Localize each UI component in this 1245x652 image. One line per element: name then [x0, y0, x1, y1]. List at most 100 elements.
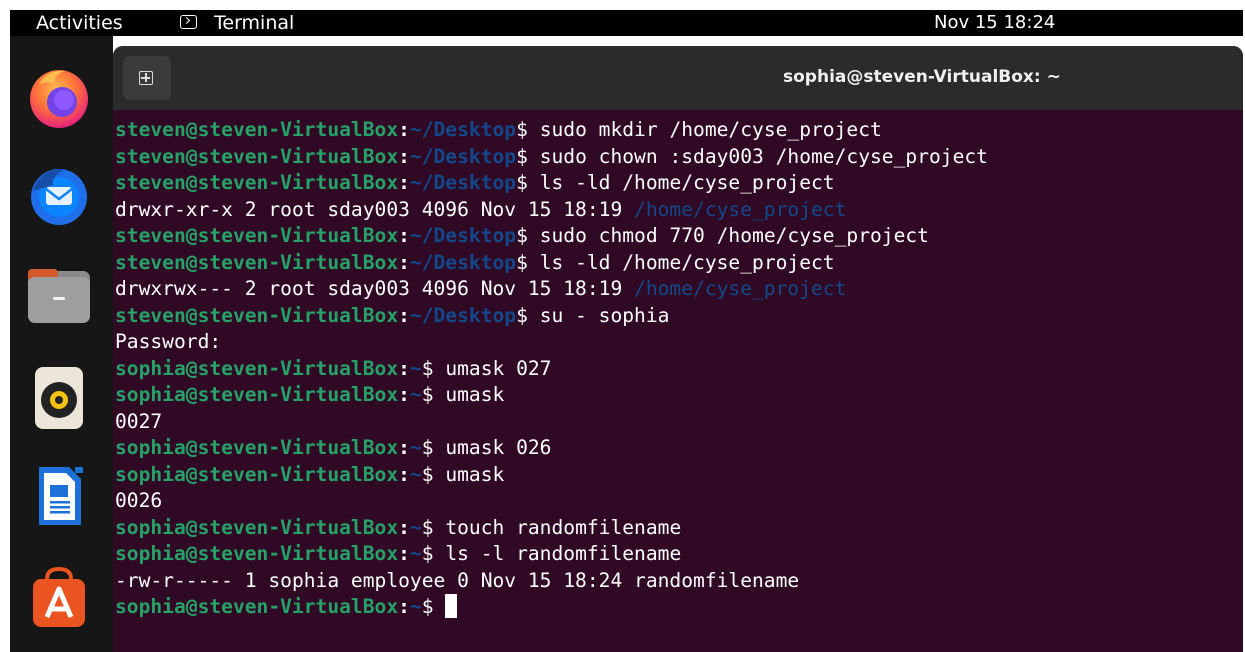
command-text: ls -ld /home/cyse_project	[539, 250, 835, 274]
dock	[10, 36, 113, 652]
command-text: umask	[445, 383, 505, 406]
prompt-separator: :	[398, 356, 410, 380]
prompt-user: sophia@steven-VirtualBox	[115, 595, 399, 618]
prompt-symbol: $	[516, 303, 540, 327]
prompt-separator: :	[398, 303, 410, 327]
prompt-path: ~	[409, 462, 422, 486]
prompt-path: ~	[409, 515, 422, 539]
prompt-symbol: $	[421, 542, 446, 565]
files-icon[interactable]	[25, 261, 93, 329]
output-line: 0026	[115, 488, 988, 515]
prompt-line: sophia@steven-VirtualBox:~$ umask 027	[115, 356, 988, 383]
prompt-path: ~/Desktop	[409, 118, 517, 141]
window-title: sophia@steven-VirtualBox: ~	[783, 67, 1061, 87]
prompt-user: steven@steven-VirtualBox	[115, 118, 399, 141]
prompt-separator: :	[398, 144, 410, 168]
prompt-symbol: $	[421, 383, 446, 406]
prompt-user: sophia@steven-VirtualBox	[115, 436, 399, 459]
prompt-path: ~/Desktop	[409, 224, 517, 247]
prompt-path: ~/Desktop	[409, 250, 517, 274]
prompt-symbol: $	[421, 595, 446, 618]
prompt-symbol: $	[516, 250, 540, 274]
command-text: ls -ld /home/cyse_project	[539, 171, 835, 194]
command-text: umask 027	[445, 356, 552, 380]
thunderbird-icon[interactable]	[25, 161, 93, 229]
prompt-line: sophia@steven-VirtualBox:~$ touch random…	[115, 515, 988, 542]
prompt-symbol: $	[421, 462, 446, 486]
prompt-line: steven@steven-VirtualBox:~/Desktop$ ls -…	[115, 170, 988, 197]
prompt-line: sophia@steven-VirtualBox:~$ umask 026	[115, 435, 988, 462]
prompt-line: steven@steven-VirtualBox:~/Desktop$ sudo…	[115, 117, 988, 144]
prompt-path: ~	[409, 436, 422, 459]
prompt-separator: :	[398, 171, 410, 194]
prompt-line: sophia@steven-VirtualBox:~$ ls -l random…	[115, 541, 988, 568]
prompt-line: steven@steven-VirtualBox:~/Desktop$ sudo…	[115, 144, 988, 171]
prompt-line: sophia@steven-VirtualBox:~$	[115, 594, 988, 621]
prompt-user: sophia@steven-VirtualBox	[115, 542, 399, 565]
prompt-separator: :	[398, 224, 410, 247]
prompt-user: steven@steven-VirtualBox	[115, 144, 399, 168]
prompt-path: ~	[409, 542, 422, 565]
command-text: sudo mkdir /home/cyse_project	[539, 118, 882, 141]
prompt-line: steven@steven-VirtualBox:~/Desktop$ sudo…	[115, 223, 988, 250]
prompt-separator: :	[398, 383, 410, 406]
activities-button[interactable]: Activities	[36, 12, 123, 34]
output-text: Password:	[115, 330, 222, 353]
prompt-path: ~/Desktop	[409, 303, 517, 327]
prompt-separator: :	[398, 462, 410, 486]
prompt-user: steven@steven-VirtualBox	[115, 303, 399, 327]
command-text: sudo chmod 770 /home/cyse_project	[539, 224, 929, 247]
terminal-window: sophia@steven-VirtualBox: ~ steven@steve…	[113, 46, 1243, 652]
prompt-user: steven@steven-VirtualBox	[115, 250, 399, 274]
prompt-user: steven@steven-VirtualBox	[115, 171, 399, 194]
prompt-line: sophia@steven-VirtualBox:~$ umask	[115, 382, 988, 409]
output-text: 0027	[115, 409, 163, 433]
rhythmbox-icon[interactable]	[25, 363, 93, 431]
output-text: drwxrwx--- 2 root sday003 4096 Nov 15 18…	[115, 277, 635, 300]
prompt-symbol: $	[421, 356, 446, 380]
output-text: 0026	[115, 489, 163, 512]
libreoffice-writer-icon[interactable]	[25, 461, 93, 529]
prompt-path: ~	[409, 595, 422, 618]
command-text: umask	[445, 462, 505, 486]
output-line: -rw-r----- 1 sophia employee 0 Nov 15 18…	[115, 568, 988, 595]
output-text: -rw-r----- 1 sophia employee 0 Nov 15 18…	[115, 568, 800, 592]
output-line: Password:	[115, 329, 988, 356]
directory-name: /home/cyse_project	[634, 277, 847, 300]
prompt-path: ~	[409, 356, 422, 380]
clock[interactable]: Nov 15 18:24	[934, 12, 1055, 34]
prompt-line: sophia@steven-VirtualBox:~$ umask	[115, 462, 988, 489]
prompt-symbol: $	[421, 436, 446, 459]
prompt-symbol: $	[516, 144, 540, 168]
command-text: umask 026	[445, 436, 552, 459]
prompt-separator: :	[398, 595, 410, 618]
output-line: 0027	[115, 409, 988, 436]
new-tab-button[interactable]	[123, 56, 171, 100]
prompt-user: sophia@steven-VirtualBox	[115, 462, 399, 486]
prompt-user: sophia@steven-VirtualBox	[115, 383, 399, 406]
prompt-separator: :	[398, 542, 410, 565]
command-text: ls -l randomfilename	[445, 542, 682, 565]
prompt-path: ~	[409, 383, 422, 406]
terminal-icon	[180, 15, 197, 29]
prompt-separator: :	[398, 250, 410, 274]
prompt-user: steven@steven-VirtualBox	[115, 224, 399, 247]
prompt-separator: :	[398, 515, 410, 539]
app-center-icon[interactable]	[25, 563, 93, 631]
output-line: drwxr-xr-x 2 root sday003 4096 Nov 15 18…	[115, 197, 988, 224]
prompt-user: sophia@steven-VirtualBox	[115, 515, 399, 539]
app-menu-label: Terminal	[214, 12, 295, 34]
prompt-line: steven@steven-VirtualBox:~/Desktop$ ls -…	[115, 250, 988, 277]
command-text: su - sophia	[539, 303, 670, 327]
firefox-icon[interactable]	[25, 63, 93, 131]
terminal-headerbar: sophia@steven-VirtualBox: ~	[113, 46, 1243, 110]
terminal-output[interactable]: steven@steven-VirtualBox:~/Desktop$ sudo…	[113, 110, 1243, 652]
prompt-separator: :	[398, 118, 410, 141]
prompt-path: ~/Desktop	[409, 171, 517, 194]
new-tab-icon	[139, 71, 153, 85]
prompt-separator: :	[398, 436, 410, 459]
directory-name: /home/cyse_project	[634, 197, 847, 221]
prompt-line: steven@steven-VirtualBox:~/Desktop$ su -…	[115, 303, 988, 330]
prompt-path: ~/Desktop	[409, 144, 517, 168]
prompt-user: sophia@steven-VirtualBox	[115, 356, 399, 380]
